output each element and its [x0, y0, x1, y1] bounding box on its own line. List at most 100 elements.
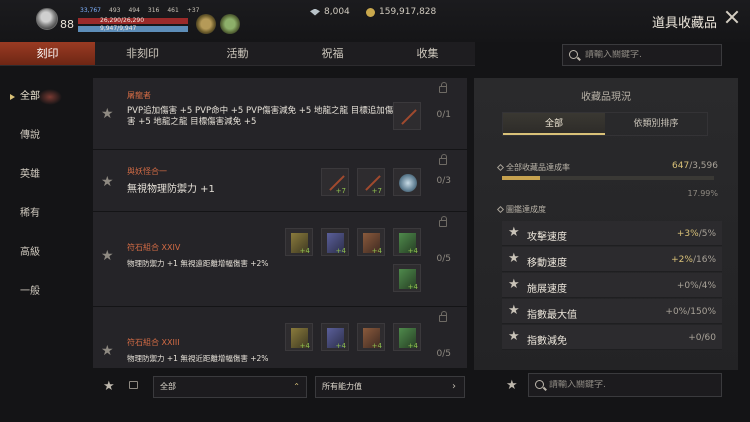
star-icon: ★: [508, 329, 520, 344]
diamond-icon: [496, 163, 505, 172]
lock-filter-icon[interactable]: [129, 381, 138, 389]
chevron-right-icon: ›: [452, 381, 456, 392]
favorite-star-icon[interactable]: ★: [101, 343, 114, 359]
attribute-name: 移動速度: [527, 258, 567, 269]
collection-name: 符石組合 XXIII: [127, 338, 180, 347]
diamond-icon: [496, 205, 505, 214]
star-icon: ★: [508, 251, 520, 266]
window-title: 道具收藏品: [652, 16, 718, 31]
item-slot[interactable]: +7: [357, 168, 385, 196]
item-slot[interactable]: +4: [393, 264, 421, 292]
rate-value: 647/3,596: [672, 161, 718, 171]
attribute-row[interactable]: ★ 指數最大值 +0%/150%: [502, 299, 722, 324]
tab-panel-by-category[interactable]: 依類別排序: [605, 113, 707, 135]
attribute-row[interactable]: ★ 施展速度 +0%/4%: [502, 273, 722, 298]
attribute-name: 指數最大值: [527, 310, 577, 321]
item-slot[interactable]: [393, 102, 421, 130]
sidebar-item-common[interactable]: 一般: [0, 277, 62, 316]
hp-text: 26,290/26,290: [100, 17, 145, 24]
list-item[interactable]: ★ 符石組合 XXIII 物理防禦力 +1 無視近距離增幅傷害 +2% +4 +…: [93, 307, 467, 368]
guild-emblem-icon[interactable]: [196, 14, 216, 34]
stat-2: 493: [109, 7, 121, 14]
item-slot[interactable]: +4: [285, 228, 313, 256]
tab-blessing[interactable]: 祝福: [285, 42, 380, 65]
item-slot[interactable]: +7: [321, 168, 349, 196]
list-item[interactable]: ★ 與妖怪合一 無視物理防禦力 +1 +7 +7 0/3: [93, 150, 467, 212]
close-icon[interactable]: [725, 10, 739, 24]
item-slot[interactable]: [393, 168, 421, 196]
collection-count: 0/5: [436, 254, 451, 264]
avatar[interactable]: [36, 8, 58, 30]
sidebar-item-legendary[interactable]: 傳說: [0, 121, 62, 160]
attribute-row[interactable]: ★ 指數減免 +0/60: [502, 325, 722, 350]
attribute-row[interactable]: ★ 攻擊速度 +3%/5%: [502, 221, 722, 246]
collection-desc: PVP追加傷害 +5 PVP命中 +5 PVP傷害減免 +5 地龍之龍 目標追加…: [127, 106, 394, 127]
star-icon: ★: [508, 277, 520, 292]
player-level: 88: [60, 18, 74, 31]
lock-icon[interactable]: [439, 82, 447, 93]
list-filter-bar: ★ 全部 ⌃ 所有能力值 ›: [93, 372, 467, 400]
tab-engraved[interactable]: 刻印: [0, 42, 95, 65]
buff-emblem-icon[interactable]: [220, 14, 240, 34]
hp-bar: 26,290/26,290: [78, 17, 188, 24]
panel-search-box: [528, 373, 722, 397]
star-icon: ★: [508, 303, 520, 318]
collection-count: 0/3: [436, 176, 451, 186]
panel-search-bar: ★: [498, 373, 738, 399]
attribute-value: +0%/150%: [665, 307, 716, 317]
search-input[interactable]: [585, 50, 715, 60]
sidebar-item-hero[interactable]: 英雄: [0, 160, 62, 199]
attribute-list[interactable]: ★ 攻擊速度 +3%/5% ★ 移動速度 +2%/16% ★ 施展速度 +0%/…: [502, 221, 722, 351]
item-slot[interactable]: +4: [321, 228, 349, 256]
collection-desc: 無視物理防禦力 +1: [127, 184, 215, 195]
stat-power: 33,767: [80, 7, 101, 14]
tab-event[interactable]: 活動: [190, 42, 285, 65]
stat-4: 316: [147, 7, 160, 14]
search-icon: [535, 380, 544, 389]
item-slot[interactable]: +4: [393, 323, 421, 351]
collection-count: 0/1: [436, 110, 451, 120]
attribute-name: 施展速度: [527, 284, 567, 295]
gold-coin-icon: [366, 7, 375, 17]
collection-list[interactable]: ★ 屠龍者 PVP追加傷害 +5 PVP命中 +5 PVP傷害減免 +5 地龍之…: [93, 78, 467, 368]
search-icon: [569, 50, 578, 59]
item-slot[interactable]: +4: [357, 323, 385, 351]
tab-collect[interactable]: 收集: [380, 42, 475, 65]
lock-icon[interactable]: [439, 154, 447, 165]
stat-3: 494: [128, 7, 140, 14]
codex-subtitle: 圖鑑達成度: [496, 204, 546, 215]
item-slot[interactable]: +4: [393, 228, 421, 256]
grade-select[interactable]: 全部 ⌃: [153, 376, 307, 398]
sidebar-item-rare[interactable]: 稀有: [0, 199, 62, 238]
lock-icon[interactable]: [439, 311, 447, 322]
favorite-star-icon[interactable]: ★: [101, 106, 114, 122]
ability-select-value: 所有能力值: [322, 382, 362, 391]
tab-non-engraved[interactable]: 非刻印: [95, 42, 190, 65]
list-item[interactable]: ★ 屠龍者 PVP追加傷害 +5 PVP命中 +5 PVP傷害減免 +5 地龍之…: [93, 78, 467, 150]
favorite-star-icon[interactable]: ★: [101, 174, 114, 190]
rate-percent: 17.99%: [687, 189, 718, 198]
sidebar-item-advanced[interactable]: 高級: [0, 238, 62, 277]
panel-title: 收藏品現況: [581, 92, 631, 103]
favorite-filter-star-icon[interactable]: ★: [506, 378, 518, 393]
ability-select[interactable]: 所有能力值 ›: [315, 376, 465, 398]
top-bar: 88 33,767 493 494 316 461 +37 26,290/26,…: [0, 0, 750, 42]
attribute-name: 指數減免: [527, 336, 567, 347]
item-slot[interactable]: +4: [321, 323, 349, 351]
sidebar-item-all[interactable]: 全部: [0, 82, 62, 121]
star-icon: ★: [508, 225, 520, 240]
favorite-filter-star-icon[interactable]: ★: [103, 379, 115, 394]
attribute-row[interactable]: ★ 移動速度 +2%/16%: [502, 247, 722, 272]
item-slot[interactable]: +4: [357, 228, 385, 256]
list-item[interactable]: ★ 符石組合 XXIV 物理防禦力 +1 無視遠距離增幅傷害 +2% +4 +4…: [93, 212, 467, 307]
lock-icon[interactable]: [439, 216, 447, 227]
collection-desc: 物理防禦力 +1 無視近距離增幅傷害 +2%: [127, 354, 269, 363]
stat-5: 461: [167, 7, 179, 14]
panel-search-input[interactable]: [549, 380, 709, 390]
collection-desc: 物理防禦力 +1 無視遠距離增幅傷害 +2%: [127, 259, 269, 268]
completion-progress-bar: [502, 176, 714, 180]
panel-tabs: 全部 依類別排序: [502, 112, 708, 136]
favorite-star-icon[interactable]: ★: [101, 248, 114, 264]
item-slot[interactable]: +4: [285, 323, 313, 351]
tab-panel-all[interactable]: 全部: [503, 113, 605, 135]
